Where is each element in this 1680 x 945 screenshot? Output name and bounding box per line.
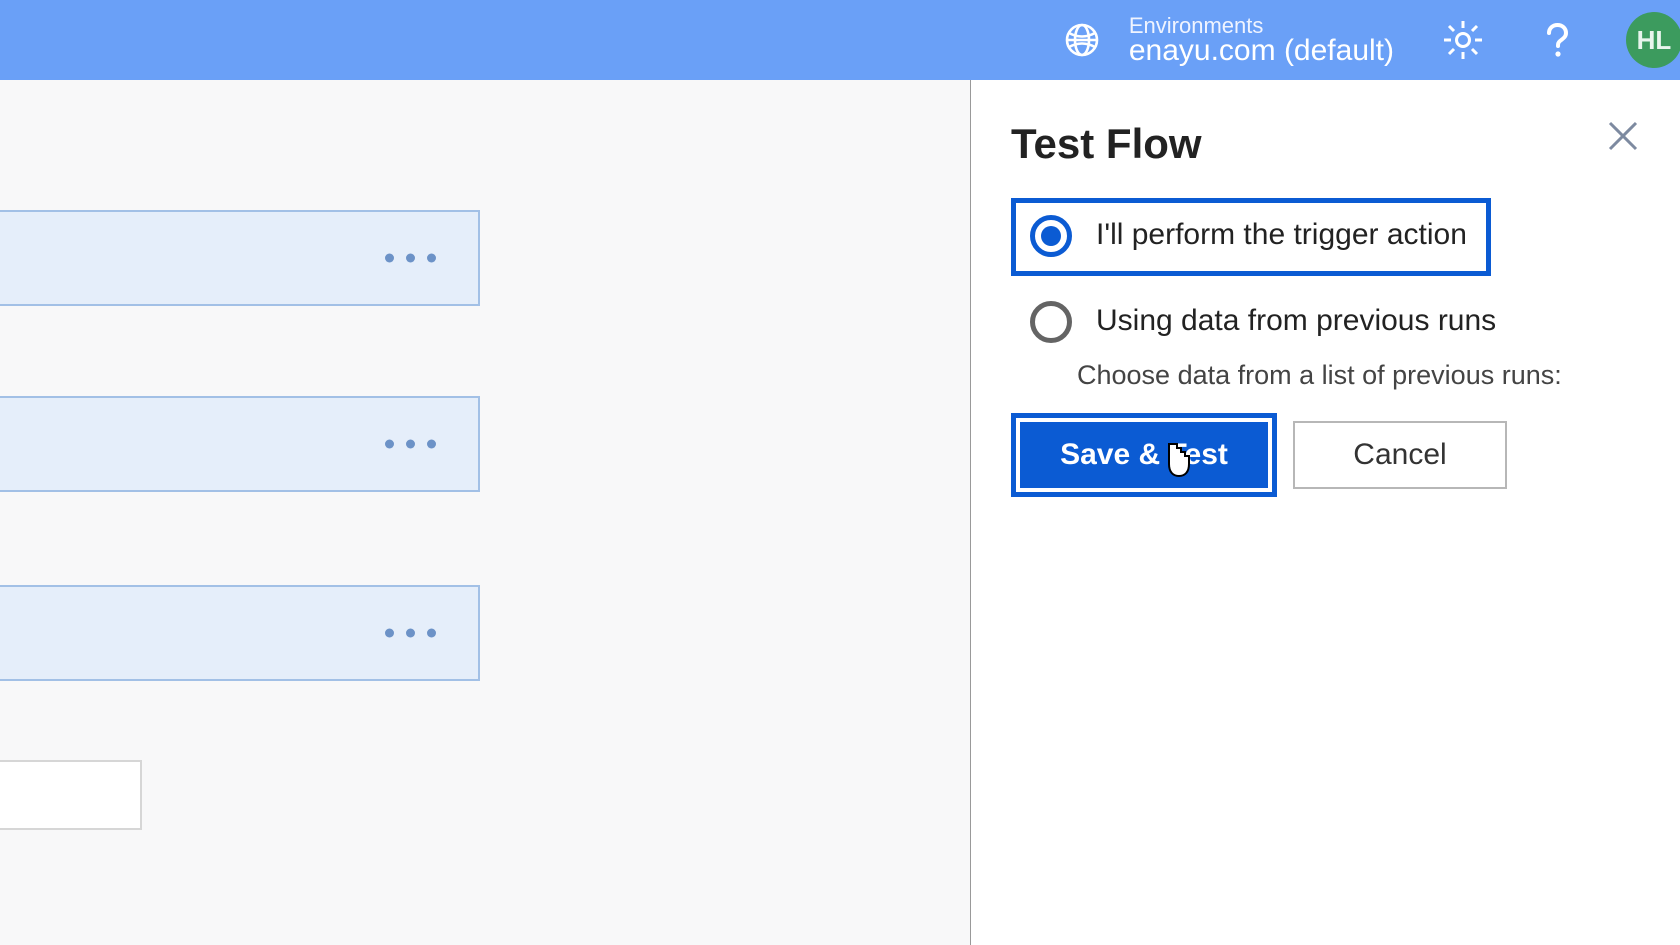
close-icon [1606, 119, 1640, 153]
globe-icon [1057, 15, 1107, 65]
help-button[interactable] [1532, 15, 1582, 65]
card-menu-icon[interactable] [385, 440, 436, 449]
add-step-button[interactable]: e [0, 760, 142, 830]
gear-icon [1442, 19, 1484, 61]
radio-sublabel: Choose data from a list of previous runs… [1077, 360, 1640, 391]
highlight-frame: Save & Test [1011, 413, 1277, 497]
flow-step-card[interactable] [0, 210, 480, 306]
flow-step-card[interactable] [0, 585, 480, 681]
close-panel-button[interactable] [1606, 118, 1640, 163]
flow-step-card[interactable] [0, 396, 480, 492]
radio-button[interactable] [1030, 215, 1072, 257]
radio-label: Using data from previous runs [1096, 303, 1496, 338]
app-header: Environments enayu.com (default) HL [0, 0, 1680, 80]
help-icon [1537, 20, 1577, 60]
button-label: Cancel [1353, 438, 1446, 472]
radio-option-perform-trigger[interactable]: I'll perform the trigger action [1011, 198, 1491, 276]
avatar-initials: HL [1637, 25, 1672, 56]
card-menu-icon[interactable] [385, 254, 436, 263]
user-avatar[interactable]: HL [1626, 12, 1680, 68]
flow-canvas: e [0, 80, 970, 945]
settings-button[interactable] [1438, 15, 1488, 65]
panel-title: Test Flow [1011, 120, 1640, 168]
cancel-button[interactable]: Cancel [1293, 421, 1507, 489]
radio-label: I'll perform the trigger action [1096, 217, 1467, 252]
radio-button[interactable] [1030, 301, 1072, 343]
test-flow-panel: Test Flow I'll perform the trigger actio… [970, 80, 1680, 945]
card-menu-icon[interactable] [385, 629, 436, 638]
environment-name: enayu.com (default) [1129, 35, 1394, 67]
button-label: Save & Test [1060, 438, 1228, 472]
environment-selector[interactable]: Environments enayu.com (default) [1057, 14, 1394, 67]
save-and-test-button[interactable]: Save & Test [1020, 422, 1268, 488]
radio-option-previous-runs[interactable]: Using data from previous runs [1011, 284, 1640, 362]
